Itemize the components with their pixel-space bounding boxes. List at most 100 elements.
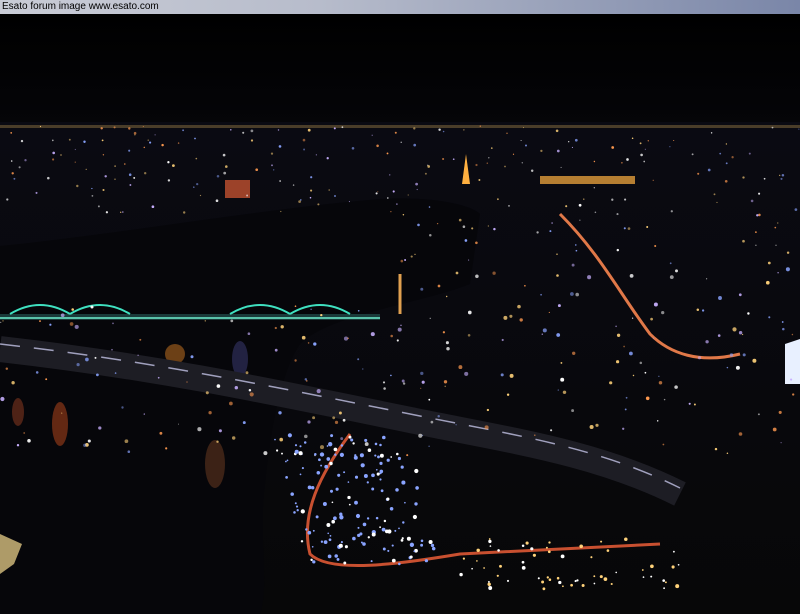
city-light bbox=[446, 295, 448, 298]
market-light bbox=[488, 586, 493, 590]
city-light bbox=[484, 425, 489, 430]
market-light bbox=[329, 489, 334, 493]
city-light bbox=[133, 176, 136, 179]
market-light bbox=[487, 580, 490, 583]
city-light bbox=[222, 153, 226, 157]
market-light bbox=[382, 547, 386, 551]
city-light bbox=[443, 380, 448, 384]
city-light bbox=[0, 396, 5, 402]
city-light bbox=[249, 392, 254, 397]
city-light bbox=[304, 378, 308, 381]
market-light bbox=[353, 455, 358, 460]
market-light bbox=[675, 584, 680, 589]
market-light bbox=[379, 443, 382, 447]
horizon-lights bbox=[0, 125, 800, 128]
city-light bbox=[750, 199, 754, 203]
city-light bbox=[280, 210, 282, 213]
city-light bbox=[713, 193, 716, 196]
city-light bbox=[364, 442, 369, 447]
city-light bbox=[738, 432, 743, 436]
market-light bbox=[328, 442, 333, 447]
city-light bbox=[556, 149, 560, 153]
city-light bbox=[208, 411, 212, 415]
city-light bbox=[622, 427, 625, 430]
city-light bbox=[624, 198, 627, 201]
city-light bbox=[341, 126, 344, 129]
market-light bbox=[286, 459, 289, 462]
market-light bbox=[305, 528, 308, 531]
city-light bbox=[645, 396, 650, 401]
city-light bbox=[397, 327, 402, 332]
market-light bbox=[347, 481, 350, 483]
city-light bbox=[416, 188, 418, 191]
city-light bbox=[710, 132, 713, 134]
city-light bbox=[410, 255, 413, 258]
city-light bbox=[279, 437, 284, 442]
city-light bbox=[402, 213, 405, 216]
city-light bbox=[182, 129, 184, 132]
city-light bbox=[194, 137, 196, 140]
city-light bbox=[159, 431, 163, 435]
market-light bbox=[327, 532, 330, 535]
city-light bbox=[791, 333, 794, 336]
city-light bbox=[197, 427, 202, 432]
market-light bbox=[379, 461, 383, 465]
city-light bbox=[560, 361, 563, 364]
city-light bbox=[707, 168, 711, 172]
city-light bbox=[556, 253, 558, 256]
market-light bbox=[281, 452, 283, 455]
city-light bbox=[328, 189, 331, 191]
city-light bbox=[464, 239, 468, 242]
city-light bbox=[6, 198, 9, 201]
market-light bbox=[386, 497, 390, 501]
city-light bbox=[653, 302, 658, 307]
city-light bbox=[738, 293, 742, 297]
city-light bbox=[696, 308, 700, 312]
market-light bbox=[391, 558, 396, 563]
city-light bbox=[493, 227, 496, 231]
city-light bbox=[90, 305, 94, 309]
city-light bbox=[568, 141, 570, 143]
market-light bbox=[381, 527, 386, 532]
market-light bbox=[397, 456, 401, 461]
city-light bbox=[575, 292, 579, 297]
city-light bbox=[74, 161, 76, 163]
city-light bbox=[96, 373, 99, 377]
market-light bbox=[542, 587, 546, 591]
market-light bbox=[546, 576, 549, 579]
city-light bbox=[530, 169, 534, 172]
city-light bbox=[475, 241, 478, 245]
city-light bbox=[768, 316, 771, 319]
market-light bbox=[428, 540, 433, 544]
city-light bbox=[270, 152, 274, 155]
market-light bbox=[331, 501, 334, 504]
market-light bbox=[374, 454, 377, 457]
city-light bbox=[572, 351, 576, 355]
market-light bbox=[599, 575, 603, 579]
city-light bbox=[10, 160, 13, 162]
market-light bbox=[379, 526, 381, 529]
city-light bbox=[100, 127, 103, 130]
market-light bbox=[326, 445, 329, 447]
market-light bbox=[496, 574, 499, 577]
city-light bbox=[455, 424, 457, 426]
market-light bbox=[371, 487, 375, 491]
city-light bbox=[11, 172, 14, 175]
city-light bbox=[382, 381, 386, 384]
city-light bbox=[593, 160, 596, 163]
city-light bbox=[216, 384, 221, 388]
city-light bbox=[309, 196, 312, 199]
market-light bbox=[311, 545, 314, 548]
city-light bbox=[757, 413, 760, 416]
city-light bbox=[438, 128, 441, 131]
market-light bbox=[525, 541, 529, 545]
city-light bbox=[615, 325, 617, 328]
market-light bbox=[350, 438, 354, 442]
city-light bbox=[442, 331, 446, 334]
market-light bbox=[311, 486, 315, 490]
market-light bbox=[530, 547, 534, 551]
market-light bbox=[387, 549, 390, 552]
market-light bbox=[545, 546, 548, 549]
city-light bbox=[669, 262, 672, 265]
city-light bbox=[255, 168, 259, 172]
